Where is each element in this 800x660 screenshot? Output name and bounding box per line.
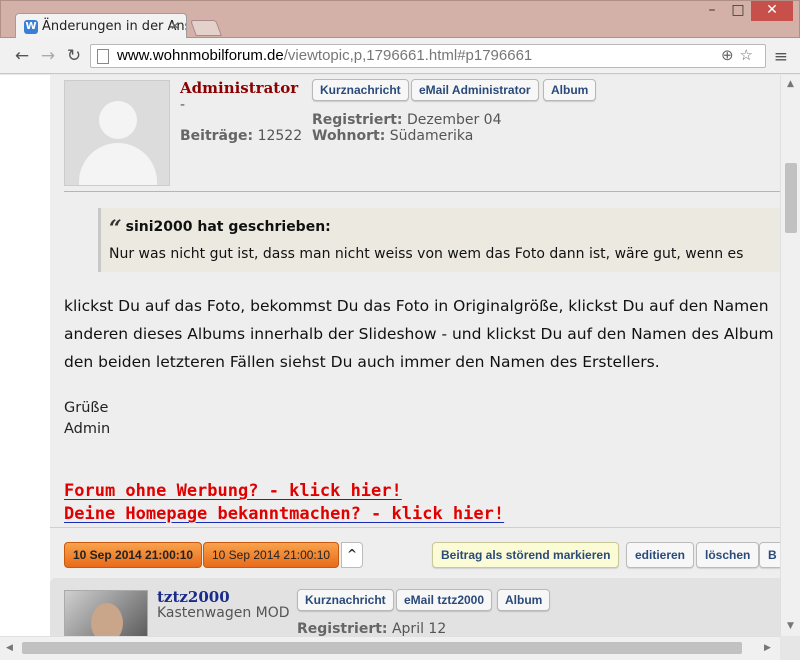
maximize-icon[interactable]: □	[725, 1, 751, 21]
scrollbar-corner	[780, 636, 800, 660]
edit-date-button[interactable]: 10 Sep 2014 21:00:10	[203, 542, 340, 568]
minimize-icon[interactable]: –	[699, 1, 725, 21]
post-date-button[interactable]: 10 Sep 2014 21:00:10	[64, 542, 203, 568]
tab-title: Änderungen in der Ansich	[42, 19, 186, 34]
page-icon	[97, 49, 109, 64]
avatar	[64, 590, 148, 636]
menu-icon[interactable]: ≡	[774, 47, 788, 67]
quote-author: sini2000 hat geschrieben:	[125, 219, 331, 235]
user-rank: Kastenwagen MOD	[157, 605, 290, 621]
tab-close-icon[interactable]: ✕	[170, 19, 180, 33]
page-viewport: Administrator - Beiträge: 12522 Kurznach…	[0, 75, 780, 636]
horizontal-scroll-thumb[interactable]	[22, 642, 742, 654]
quote-icon: “	[109, 216, 122, 242]
url-host: www.wohnmobilforum.de	[117, 47, 284, 64]
forward-icon[interactable]: →	[38, 46, 58, 66]
user-rank: -	[180, 97, 186, 113]
signature: Grüße Admin	[64, 400, 111, 437]
scroll-top-button[interactable]: ^	[341, 542, 363, 568]
window-titlebar: W Änderungen in der Ansich ✕ – □ ✕	[0, 0, 800, 39]
edit-button[interactable]: editieren	[626, 542, 695, 568]
promo-link-homepage[interactable]: Deine Homepage bekanntmachen? - klick hi…	[64, 504, 504, 524]
divider	[64, 191, 780, 192]
new-tab-button[interactable]	[190, 20, 222, 36]
body-line: den beiden letzteren Fällen siehst Du au…	[64, 353, 660, 371]
location: Wohnort: Südamerika	[312, 128, 474, 144]
post-username[interactable]: Administrator	[180, 79, 298, 97]
address-bar[interactable]: www.wohnmobilforum.de/viewtopic,p,179666…	[90, 44, 766, 68]
site-favicon-icon: W	[24, 20, 38, 34]
pm-button[interactable]: Kurznachricht	[312, 79, 409, 101]
post-body: klickst Du auf das Foto, bekommst Du das…	[64, 292, 780, 376]
reload-icon[interactable]: ↻	[64, 46, 84, 66]
window-controls: – □ ✕	[699, 1, 793, 21]
url-path: /viewtopic,p,1796661.html#p1796661	[283, 47, 533, 64]
email-button[interactable]: eMail Administrator	[411, 79, 539, 101]
more-button[interactable]: B	[759, 542, 780, 568]
quote-block: “sini2000 hat geschrieben: Nur was nicht…	[98, 208, 780, 272]
vertical-scroll-thumb[interactable]	[785, 163, 797, 233]
registered-date: Registriert: April 12	[297, 621, 447, 636]
post-footer-divider	[50, 527, 780, 528]
vertical-scrollbar[interactable]: ▲ ▼	[780, 75, 800, 636]
scroll-up-icon[interactable]: ▲	[787, 79, 794, 89]
body-line: anderen dieses Albums innerhalb der Slid…	[64, 325, 774, 343]
album-button[interactable]: Album	[543, 79, 597, 101]
browser-toolbar: ← → ↻ www.wohnmobilforum.de/viewtopic,p,…	[0, 38, 800, 74]
body-line: klickst Du auf das Foto, bekommst Du das…	[64, 297, 769, 315]
post-count: Beiträge: 12522	[180, 128, 303, 144]
zoom-icon[interactable]: ⊕	[721, 47, 740, 64]
window-close-icon[interactable]: ✕	[751, 1, 793, 21]
scroll-right-icon[interactable]: ▶	[764, 643, 771, 653]
horizontal-scrollbar[interactable]: ◀ ▶	[0, 636, 780, 660]
pm-button[interactable]: Kurznachricht	[297, 589, 394, 611]
star-icon[interactable]: ☆	[740, 47, 759, 64]
promo-link-no-ads[interactable]: Forum ohne Werbung? - klick hier!	[64, 481, 402, 501]
registered-date: Registriert: Dezember 04	[312, 112, 502, 128]
report-post-button[interactable]: Beitrag als störend markieren	[432, 542, 620, 568]
album-button[interactable]: Album	[497, 589, 551, 611]
back-icon[interactable]: ←	[12, 46, 32, 66]
scroll-down-icon[interactable]: ▼	[787, 621, 794, 631]
scroll-left-icon[interactable]: ◀	[6, 643, 13, 653]
delete-button[interactable]: löschen	[696, 542, 760, 568]
email-button[interactable]: eMail tztz2000	[396, 589, 493, 611]
browser-tab[interactable]: W Änderungen in der Ansich ✕	[15, 13, 187, 39]
avatar	[64, 80, 170, 186]
post-username[interactable]: tztz2000	[157, 588, 230, 606]
quote-text: Nur was nicht gut ist, dass man nicht we…	[109, 246, 744, 262]
